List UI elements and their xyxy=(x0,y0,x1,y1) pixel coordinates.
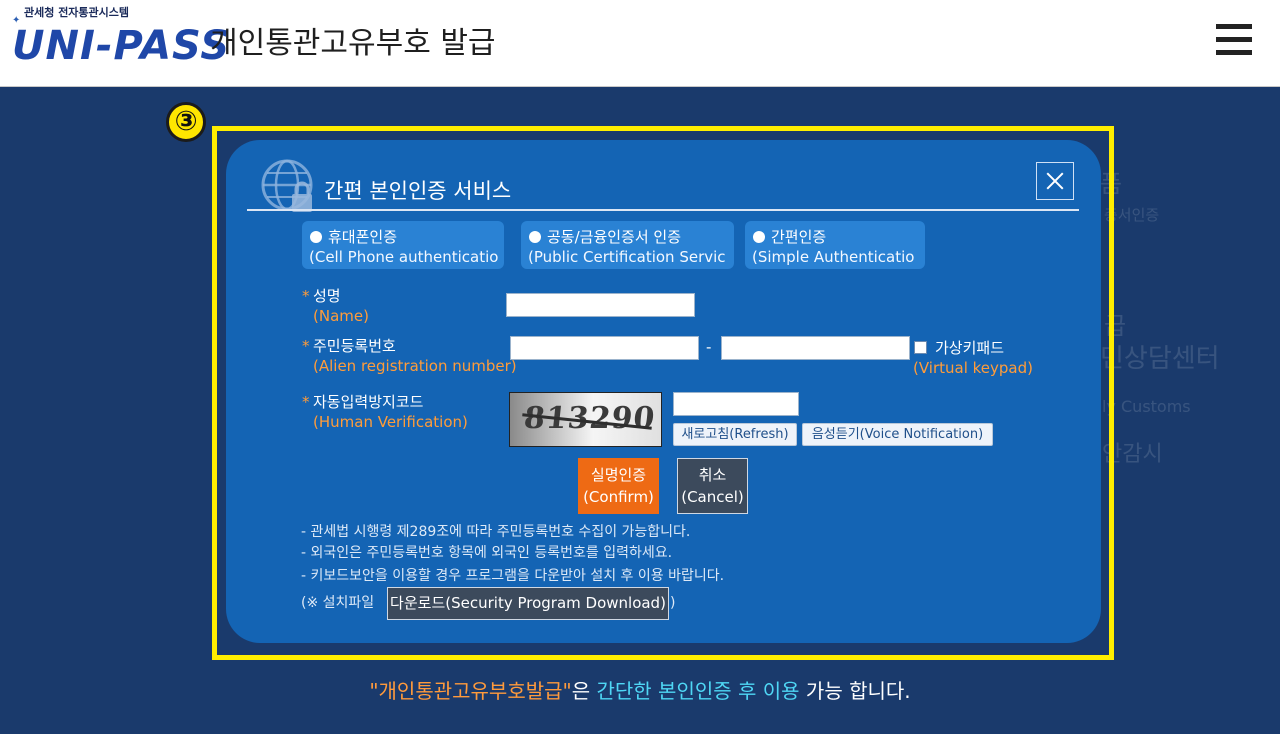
name-input[interactable] xyxy=(506,293,695,317)
captcha-text: 813290 xyxy=(522,401,658,436)
bg-text: ly Customs xyxy=(1102,397,1191,416)
captcha-label-en: (Human Verification) xyxy=(313,413,468,431)
caption-text: 가능 합니다. xyxy=(799,679,911,703)
virtual-keypad-checkbox[interactable] xyxy=(914,341,927,354)
reg-number-label-en: (Alien registration number) xyxy=(313,357,517,375)
tab-sublabel: (Cell Phone authenticatio xyxy=(309,248,499,266)
tab-sublabel: (Public Certification Servic xyxy=(528,248,726,266)
reg-number-front-input[interactable] xyxy=(510,336,699,360)
radio-icon xyxy=(310,231,322,243)
caption-highlight: 간단한 본인인증 후 이용 xyxy=(596,679,800,703)
tab-public-certificate-auth[interactable]: 공동/금융인증서 인증 (Public Certification Servic xyxy=(521,221,734,269)
notice-text: - 키보드보안을 이용할 경우 프로그램을 다운받아 설치 후 이용 바랍니다. xyxy=(301,568,725,584)
reg-number-separator: - xyxy=(706,338,712,356)
reg-number-label: 주민등록번호 xyxy=(313,337,396,355)
required-marker: * xyxy=(302,337,310,355)
install-note-prefix: (※ 설치파일 xyxy=(301,595,375,611)
captcha-input[interactable] xyxy=(673,392,799,416)
title-divider xyxy=(247,209,1079,211)
confirm-label: 실명인증 xyxy=(590,466,647,484)
download-security-program-button[interactable]: 다운로드(Security Program Download) xyxy=(387,587,669,620)
caption-text: 은 xyxy=(571,679,597,703)
unipass-logo[interactable]: UNI-PASS xyxy=(12,24,230,68)
virtual-keypad-label-en: (Virtual keypad) xyxy=(913,359,1033,377)
refresh-button[interactable]: 새로고침(Refresh) xyxy=(673,423,797,446)
notice-text: - 외국인은 주민등록번호 항목에 외국인 등록번호를 입력하세요. xyxy=(301,545,673,561)
tab-label: 공동/금융인증서 인증 xyxy=(547,228,682,246)
caption-service-name: "개인통관고유부호발급" xyxy=(369,679,572,703)
step-number-marker: ③ xyxy=(166,102,206,142)
hamburger-menu-icon[interactable] xyxy=(1216,24,1252,56)
captcha-image: 813290 xyxy=(509,392,662,447)
globe-lock-icon xyxy=(261,159,313,212)
radio-icon xyxy=(529,231,541,243)
tab-label: 간편인증 xyxy=(771,228,827,246)
voice-notification-button[interactable]: 음성듣기(Voice Notification) xyxy=(802,423,993,446)
virtual-keypad-label[interactable]: 가상키패드 xyxy=(935,338,1004,358)
footer-caption: "개인통관고유부호발급"은 간단한 본인인증 후 이용 가능 합니다. xyxy=(0,677,1280,705)
confirm-button[interactable]: 실명인증 (Confirm) xyxy=(578,458,659,514)
notice-text: - 관세법 시행령 제289조에 따라 주민등록번호 수집이 가능합니다. xyxy=(301,524,691,540)
radio-icon xyxy=(753,231,765,243)
close-button[interactable] xyxy=(1036,162,1074,200)
bg-text: 민상담센터 xyxy=(1100,344,1220,374)
name-label: 성명 xyxy=(313,287,341,305)
name-label-en: (Name) xyxy=(313,307,369,325)
reg-number-back-input[interactable] xyxy=(721,336,910,360)
required-marker: * xyxy=(302,287,310,305)
cancel-label: 취소 xyxy=(698,466,727,484)
install-note-suffix: ) xyxy=(670,595,676,611)
tab-label: 휴대폰인증 xyxy=(328,228,398,246)
logo-subtitle: 관세청 전자통관시스템 xyxy=(24,6,130,19)
modal-title: 간편 본인인증 서비스 xyxy=(324,179,512,203)
cancel-label-en: (Cancel) xyxy=(681,488,744,506)
required-marker: * xyxy=(302,393,310,411)
captcha-label: 자동입력방지코드 xyxy=(313,393,424,411)
cancel-button[interactable]: 취소 (Cancel) xyxy=(677,458,748,514)
tab-sublabel: (Simple Authenticatio xyxy=(752,248,915,266)
tab-simple-auth[interactable]: 간편인증 (Simple Authenticatio xyxy=(745,221,925,269)
confirm-label-en: (Confirm) xyxy=(583,488,654,506)
page-title: 개인통관고유부호 발급 xyxy=(210,26,496,61)
tab-cell-phone-auth[interactable]: 휴대폰인증 (Cell Phone authenticatio xyxy=(302,221,504,269)
